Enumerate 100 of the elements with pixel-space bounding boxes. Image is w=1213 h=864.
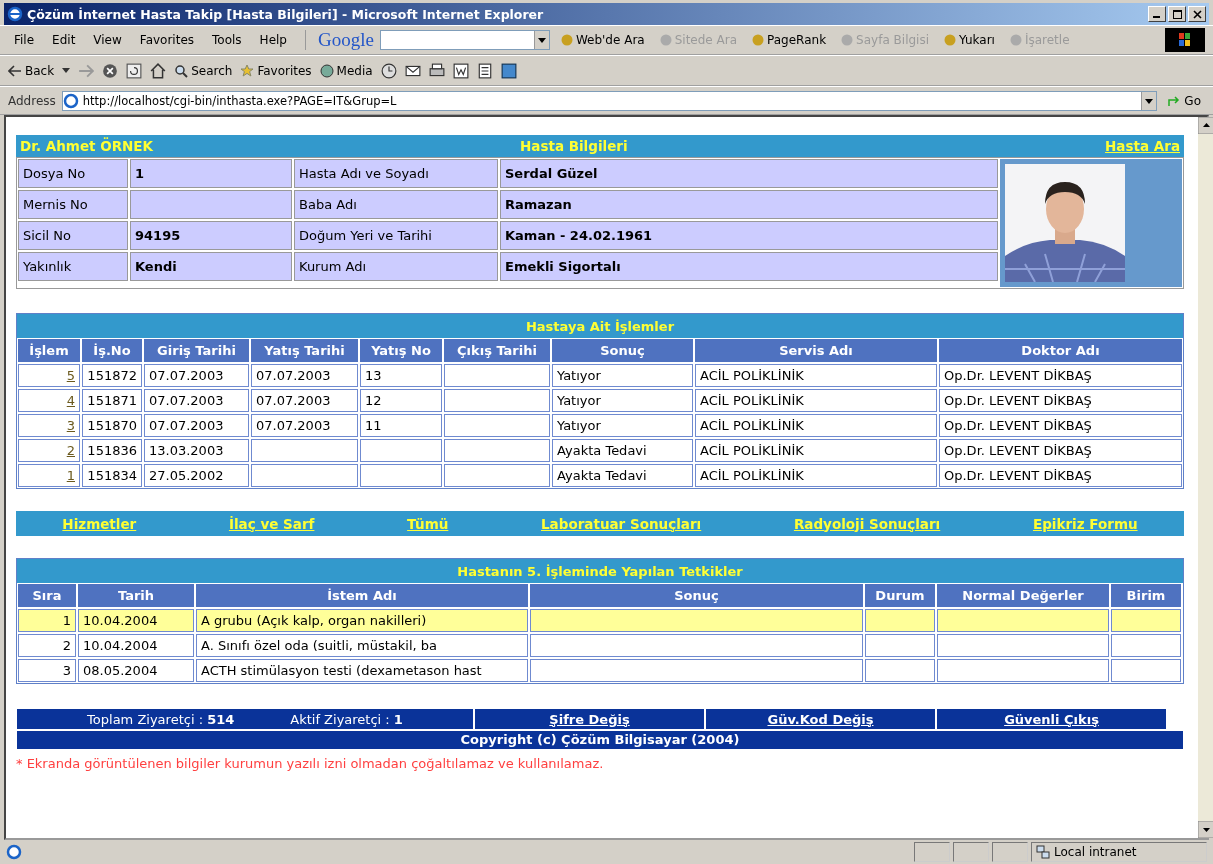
- menu-item[interactable]: View: [87, 33, 128, 47]
- menu-item[interactable]: Edit: [46, 33, 82, 47]
- back-button[interactable]: Back: [8, 63, 55, 78]
- field-value: Kendi: [130, 252, 292, 281]
- toolbar-icon: [943, 33, 957, 47]
- table-cell: Yatıyor: [552, 414, 693, 437]
- table-cell: 07.07.2003: [251, 389, 358, 412]
- history-icon[interactable]: [380, 62, 397, 79]
- table-cell: 08.05.2004: [78, 659, 194, 682]
- column-header: Birim: [1111, 584, 1181, 607]
- search-field[interactable]: [379, 30, 550, 50]
- table-cell: 12: [360, 389, 442, 412]
- table-cell: 151834: [82, 464, 142, 487]
- table-cell: 1: [18, 609, 76, 632]
- table-cell: 10.04.2004: [78, 634, 194, 657]
- word-icon[interactable]: [452, 62, 469, 79]
- column-header: Yatış No: [360, 339, 442, 362]
- refresh-icon[interactable]: [126, 62, 143, 79]
- browser-icon: [7, 6, 23, 22]
- notice-text: * Ekranda görüntülenen bilgiler kurumun yazılı izni olmadan çoğaltılamaz ve kullanılamaz.: [16, 756, 605, 771]
- minimize-button[interactable]: [1148, 6, 1166, 22]
- column-header: İş.No: [82, 339, 142, 362]
- table-cell: 07.07.2003: [144, 414, 249, 437]
- column-header: İstem Adı: [196, 584, 528, 607]
- table-cell: [1111, 609, 1181, 632]
- toolbar-button[interactable]: PageRank: [747, 33, 831, 47]
- procedure-link[interactable]: 1: [66, 468, 75, 483]
- caret-icon[interactable]: [62, 68, 71, 73]
- favorites-button[interactable]: Favorites: [240, 63, 312, 78]
- go-button[interactable]: Go: [1163, 93, 1205, 108]
- menu-item[interactable]: Help: [253, 33, 293, 47]
- table-cell: 3: [18, 659, 76, 682]
- menu-item[interactable]: Favorites: [133, 33, 201, 47]
- table-cell: Ayakta Tedavi: [552, 439, 693, 462]
- column-header: Sonuç: [552, 339, 693, 362]
- home-icon[interactable]: [150, 62, 167, 79]
- star-icon: [240, 63, 255, 78]
- table-cell: 10.04.2004: [78, 609, 194, 632]
- procedure-link[interactable]: 4: [66, 393, 75, 408]
- media-button[interactable]: Media: [319, 63, 373, 78]
- table-cell: 151872: [82, 364, 142, 387]
- scroll-up-button[interactable]: [1198, 117, 1213, 134]
- document-icon[interactable]: [476, 62, 493, 79]
- close-button[interactable]: [1188, 6, 1206, 22]
- visitor-count: Toplam Ziyaretçi : 514: [87, 711, 235, 727]
- procedure-link[interactable]: 3: [66, 418, 75, 433]
- toolbar-icon: [1008, 33, 1023, 47]
- table-cell: ACİL POLİKLİNİK: [695, 464, 937, 487]
- field-value: Kaman - 24.02.1961: [500, 221, 998, 250]
- table-cell: ACİL POLİKLİNİK: [695, 389, 937, 412]
- procedure-link[interactable]: 5: [66, 368, 75, 383]
- column-header: Normal Değerler: [937, 584, 1109, 607]
- table-cell: Ayakta Tedavi: [552, 464, 693, 487]
- table-cell: 07.07.2003: [251, 364, 358, 387]
- field-label: Doğum Yeri ve Tarihi: [294, 221, 498, 250]
- column-header: Servis Adı: [695, 339, 937, 362]
- table-cell: 2: [18, 634, 76, 657]
- menu-item[interactable]: Tools: [206, 33, 248, 47]
- printer-icon[interactable]: [428, 62, 445, 79]
- column-header: Doktor Adı: [939, 339, 1182, 362]
- table-cell: 07.07.2003: [251, 414, 358, 437]
- toolbar-icon: [559, 33, 574, 47]
- google-logo[interactable]: Google: [317, 29, 374, 51]
- table-cell: Op.Dr. LEVENT DİKBAŞ: [939, 439, 1182, 462]
- toolbar-button[interactable]: Yukarı: [939, 33, 999, 47]
- field-label: Yakınlık: [18, 252, 128, 281]
- column-header: Sonuç: [530, 584, 863, 607]
- search-button[interactable]: Search: [174, 63, 233, 78]
- scrollbar[interactable]: [1198, 117, 1213, 838]
- column-header: Tarih: [78, 584, 194, 607]
- back-arrow-icon: [8, 63, 22, 78]
- table-caption: Hastaya Ait İşlemler: [17, 314, 1183, 338]
- toolbar-icon: [658, 33, 673, 47]
- table-cell: Op.Dr. LEVENT DİKBAŞ: [939, 364, 1182, 387]
- toolbar-icon: [751, 33, 766, 47]
- copyright: Copyright (c) Çözüm Bilgisayar (2004): [17, 731, 1183, 749]
- section-title: Hasta Bilgileri: [520, 138, 629, 154]
- field-value: 94195: [130, 221, 292, 250]
- zone-label: Local intranet: [1054, 845, 1137, 859]
- table-cell: 13.03.2003: [144, 439, 249, 462]
- field-label: Dosya No: [18, 159, 128, 188]
- menu-item[interactable]: File: [8, 33, 41, 47]
- table-cell: 07.07.2003: [144, 364, 249, 387]
- go-arrow-icon: [1167, 93, 1182, 108]
- procedure-link[interactable]: 2: [66, 443, 75, 458]
- maximize-button[interactable]: [1168, 6, 1186, 22]
- network-icon: [1036, 845, 1050, 859]
- stop-icon[interactable]: [102, 62, 119, 79]
- scroll-down-button[interactable]: [1198, 821, 1213, 838]
- table-cell: A grubu (Açık kalp, organ nakilleri): [196, 609, 528, 632]
- column-header: Çıkış Tarihi: [444, 339, 550, 362]
- field-label: Mernis No: [18, 190, 128, 219]
- column-header: Yatış Tarihi: [251, 339, 358, 362]
- address-field[interactable]: http://localhost/cgi-bin/inthasta.exe?PAGE=IT&Grup=L: [61, 90, 1158, 111]
- toolbar-button[interactable]: Web'de Ara: [555, 33, 649, 47]
- close-icon: [1192, 9, 1202, 19]
- table-cell: ACİL POLİKLİNİK: [695, 364, 937, 387]
- field-value: Ramazan: [500, 190, 998, 219]
- table-cell: 13: [360, 364, 442, 387]
- table-caption: Hastanın 5. İşleminde Yapılan Tetkikler: [17, 559, 1183, 583]
